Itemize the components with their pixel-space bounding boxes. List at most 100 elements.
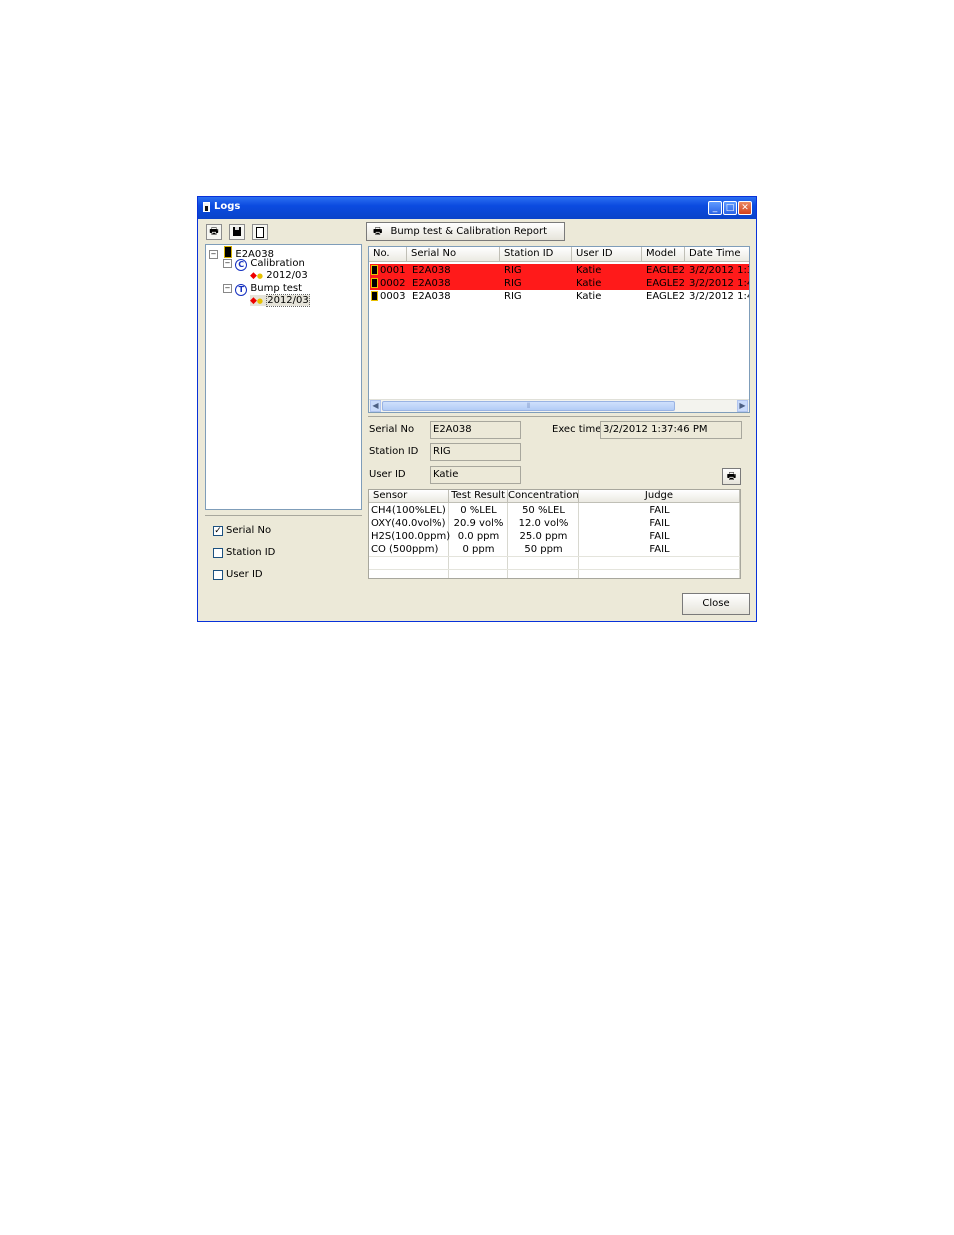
close-window-button[interactable]: ✕ xyxy=(738,201,752,215)
column-header[interactable]: Judge xyxy=(579,490,740,503)
tree-item-calibration-month[interactable]: ◆● 2012/03 xyxy=(250,270,308,281)
floppy-disk-icon xyxy=(233,227,241,236)
cell-no: 0003 xyxy=(380,291,406,302)
cell-serial: E2A038 xyxy=(412,278,451,289)
cell-user: Katie xyxy=(576,265,602,276)
user-id-label: User ID xyxy=(226,569,263,580)
station-id-field: RIG xyxy=(430,443,521,461)
tree-item-label: Bump test xyxy=(250,283,303,294)
cell-serial: E2A038 xyxy=(412,265,451,276)
cell-model: EAGLE2 xyxy=(646,278,685,289)
log-month-icon: ◆ xyxy=(250,296,257,306)
scroll-right-icon[interactable]: ▶ xyxy=(737,400,748,412)
serial-no-field: E2A038 xyxy=(430,421,521,439)
cell-sensor: H2S(100.0ppm) xyxy=(371,531,451,542)
close-button[interactable]: Close xyxy=(682,593,750,615)
cell-datetime: 3/2/2012 1:4 xyxy=(689,278,749,289)
printer-icon: 🖶 xyxy=(726,471,737,482)
column-header[interactable]: Sensor xyxy=(369,490,449,503)
save-button[interactable] xyxy=(229,224,245,240)
exec-time-label: Exec time xyxy=(552,424,602,435)
horizontal-scrollbar[interactable]: ◀ ⦀ ▶ xyxy=(369,399,749,412)
collapse-icon: − xyxy=(223,259,232,268)
cell-model: EAGLE2 xyxy=(646,291,685,302)
cell-concentration: 50 %LEL xyxy=(522,505,565,516)
report-button[interactable]: 🖶 Bump test & Calibration Report xyxy=(366,222,565,241)
device-icon xyxy=(224,246,233,258)
cell-judge: FAIL xyxy=(649,531,670,542)
serial-no-label: Serial No xyxy=(226,525,272,536)
exec-time-field: 3/2/2012 1:37:46 PM xyxy=(600,421,742,439)
cell-judge: FAIL xyxy=(649,505,670,516)
row-divider xyxy=(369,569,740,570)
cell-no: 0001 xyxy=(380,265,406,276)
tree-item-label: 2012/03 xyxy=(266,270,308,281)
station-id-label: Station ID xyxy=(226,547,276,558)
cell-result: 20.9 vol% xyxy=(453,518,504,529)
logs-window: Logs _ □ ✕ 🖶 − E2A038 − C Calibration ◆●… xyxy=(197,196,757,622)
column-header[interactable]: Model xyxy=(642,247,685,262)
cell-sensor: CO (500ppm) xyxy=(371,544,439,555)
scroll-thumb[interactable]: ⦀ xyxy=(382,401,675,411)
cell-concentration: 12.0 vol% xyxy=(518,518,569,529)
cell-station: RIG xyxy=(504,291,522,302)
log-row[interactable]: 0003 E2A038 RIG Katie EAGLE2 3/2/2012 1:… xyxy=(370,290,749,303)
log-tree[interactable]: − E2A038 − C Calibration ◆● 2012/03 − T … xyxy=(205,244,362,510)
cell-result: 0 %LEL xyxy=(460,505,497,516)
column-header[interactable]: Serial No xyxy=(407,247,500,262)
cell-datetime: 3/2/2012 1:4 xyxy=(689,291,749,302)
cell-result: 0 ppm xyxy=(462,544,495,555)
station-id-label: Station ID xyxy=(369,446,419,457)
serial-no-label: Serial No xyxy=(369,424,415,435)
cell-datetime: 3/2/2012 1:3 xyxy=(689,265,749,276)
cell-station: RIG xyxy=(504,278,522,289)
serial-no-checkbox[interactable]: ✓ xyxy=(213,526,223,536)
column-header[interactable]: User ID xyxy=(572,247,642,262)
collapse-icon: − xyxy=(209,250,218,259)
maximize-button[interactable]: □ xyxy=(723,201,737,215)
calibration-icon: C xyxy=(235,259,248,271)
log-list[interactable]: No. Serial No Station ID User ID Model D… xyxy=(368,246,750,413)
log-month-icon-dot: ● xyxy=(256,272,264,280)
cell-result: 0.0 ppm xyxy=(457,531,500,542)
cell-judge: FAIL xyxy=(649,518,670,529)
user-id-label: User ID xyxy=(369,469,406,480)
clipboard-icon xyxy=(256,227,264,238)
detail-panel: Serial No E2A038 Station ID RIG User ID … xyxy=(368,416,750,589)
title-bar[interactable]: Logs _ □ ✕ xyxy=(198,197,756,219)
report-button-label: Bump test & Calibration Report xyxy=(390,226,548,237)
device-icon xyxy=(371,291,378,301)
print-detail-button[interactable]: 🖶 xyxy=(722,468,741,485)
user-id-field: Katie xyxy=(430,466,521,484)
copy-button[interactable] xyxy=(252,224,268,240)
app-icon xyxy=(203,202,210,212)
bump-test-icon: T xyxy=(235,284,248,296)
cell-no: 0002 xyxy=(380,278,406,289)
log-month-icon-dot: ● xyxy=(256,297,264,305)
tree-item-label: Calibration xyxy=(250,258,305,269)
printer-icon: 🖶 xyxy=(209,226,219,237)
column-header[interactable]: Date Time xyxy=(685,247,749,262)
print-button[interactable]: 🖶 xyxy=(206,224,222,240)
cell-sensor: CH4(100%LEL) xyxy=(371,505,446,516)
tree-item-label: 2012/03 xyxy=(266,294,310,307)
filter-panel: ✓ Serial No Station ID User ID xyxy=(205,515,362,588)
log-row[interactable]: 0002 E2A038 RIG Katie EAGLE2 3/2/2012 1:… xyxy=(370,277,749,290)
log-row[interactable]: 0001 E2A038 RIG Katie EAGLE2 3/2/2012 1:… xyxy=(370,264,749,277)
sensor-table[interactable]: Sensor Test Result Concentration Judge C… xyxy=(368,489,741,579)
cell-model: EAGLE2 xyxy=(646,265,685,276)
cell-concentration: 50 ppm xyxy=(524,544,563,555)
cell-concentration: 25.0 ppm xyxy=(519,531,568,542)
column-header[interactable]: No. xyxy=(369,247,407,262)
minimize-button[interactable]: _ xyxy=(708,201,722,215)
cell-user: Katie xyxy=(576,291,602,302)
column-header[interactable]: Concentration xyxy=(508,490,579,503)
user-id-checkbox[interactable] xyxy=(213,570,223,580)
station-id-checkbox[interactable] xyxy=(213,548,223,558)
scroll-left-icon[interactable]: ◀ xyxy=(370,400,381,412)
column-header[interactable]: Test Result xyxy=(449,490,508,503)
device-icon xyxy=(371,278,378,288)
row-divider xyxy=(369,556,740,557)
column-header[interactable]: Station ID xyxy=(500,247,572,262)
tree-item-bump-test-month[interactable]: ◆● 2012/03 xyxy=(250,294,310,307)
